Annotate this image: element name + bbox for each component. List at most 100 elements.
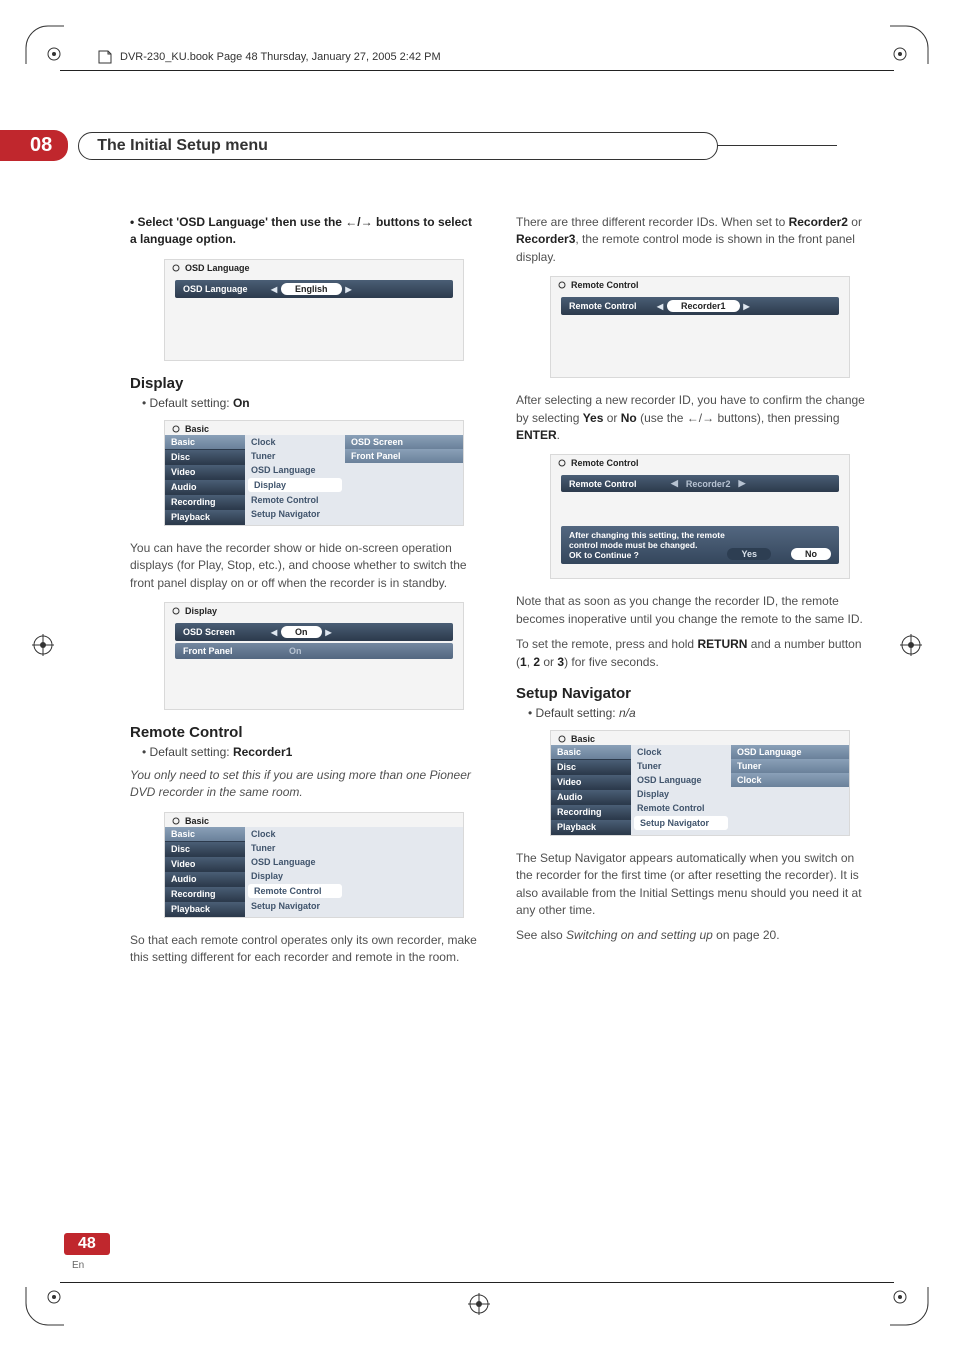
gear-icon (171, 263, 181, 273)
nav-item[interactable]: Playback (551, 820, 631, 835)
nav-item[interactable]: Playback (165, 902, 245, 917)
value-text: On (289, 646, 302, 656)
nav-item[interactable]: Disc (165, 842, 245, 857)
menu-item[interactable]: Remote Control (631, 801, 731, 815)
sub-item[interactable]: OSD Language (731, 745, 849, 759)
nav-item[interactable]: Audio (165, 480, 245, 495)
book-header: DVR-230_KU.book Page 48 Thursday, Januar… (96, 48, 441, 66)
left-column: • Select 'OSD Language' then use the ←/→… (130, 214, 480, 1191)
divider (60, 1282, 894, 1283)
value-pill[interactable]: ◀Recorder1▶ (667, 300, 740, 312)
crop-mark-icon (890, 1287, 936, 1333)
row-label: Front Panel (183, 646, 281, 656)
chapter-bar: 08 The Initial Setup menu (60, 130, 894, 161)
row-label: Remote Control (569, 479, 667, 489)
divider (60, 70, 894, 71)
menu-item[interactable]: Tuner (245, 449, 345, 463)
remote-note: You only need to set this if you are usi… (130, 767, 480, 802)
registration-icon (468, 1293, 490, 1315)
see-also: See also Switching on and setting up on … (516, 927, 866, 944)
menu-item[interactable]: Display (245, 869, 345, 883)
menu-item[interactable]: OSD Language (245, 463, 345, 477)
display-paragraph: You can have the recorder show or hide o… (130, 540, 480, 592)
confirm-bar: After changing this setting, the remote … (561, 526, 839, 564)
sub-item[interactable]: Clock (731, 773, 849, 787)
nav-item[interactable]: Basic (165, 827, 245, 842)
default-setting: Default setting: On (142, 396, 480, 410)
nav-item[interactable]: Video (165, 465, 245, 480)
chapter-title: The Initial Setup menu (78, 132, 718, 160)
nav-item[interactable]: Audio (551, 790, 631, 805)
value-text: Recorder2 (686, 479, 731, 489)
gear-icon (171, 424, 181, 434)
gear-icon (557, 280, 567, 290)
confirm-paragraph: After selecting a new recorder ID, you h… (516, 392, 866, 444)
book-header-text: DVR-230_KU.book Page 48 Thursday, Januar… (120, 51, 441, 63)
panel-osd-language: OSD Language OSD Language ◀English▶ (164, 259, 464, 361)
menu-item[interactable]: Clock (245, 827, 345, 841)
heading-display: Display (130, 375, 480, 392)
nav-item[interactable]: Recording (165, 495, 245, 510)
nav-item[interactable]: Disc (165, 450, 245, 465)
menu-item[interactable]: OSD Language (245, 855, 345, 869)
crop-mark-icon (18, 1287, 64, 1333)
menu-item[interactable]: Setup Navigator (634, 816, 728, 830)
page-number: 48 (64, 1233, 110, 1255)
nav-item[interactable]: Playback (165, 510, 245, 525)
sub-item[interactable]: Front Panel (345, 449, 463, 463)
no-button[interactable]: No (791, 548, 831, 560)
sub-item[interactable]: OSD Screen (345, 435, 463, 449)
menu-item[interactable]: Clock (245, 435, 345, 449)
sub-item[interactable]: Tuner (731, 759, 849, 773)
instruction-osd-language: • Select 'OSD Language' then use the ←/→… (130, 214, 480, 249)
row-label: Remote Control (569, 301, 667, 311)
panel-display: Display OSD Screen ◀On▶ Front Panel On (164, 602, 464, 710)
menu-item[interactable]: Remote Control (248, 884, 342, 898)
heading-remote-control: Remote Control (130, 724, 480, 741)
nav-item[interactable]: Recording (165, 887, 245, 902)
menu-item[interactable]: Display (248, 478, 342, 492)
panel-basic-display: Basic Basic Disc Video Audio Recording P… (164, 420, 464, 526)
panel-basic-setup-navigator: Basic Basic Disc Video Audio Recording P… (550, 730, 850, 836)
page-language: En (72, 1260, 84, 1271)
crop-mark-icon (18, 18, 64, 64)
nav-item[interactable]: Recording (551, 805, 631, 820)
menu-item[interactable]: Clock (631, 745, 731, 759)
gear-icon (557, 458, 567, 468)
nav-item[interactable]: Basic (165, 435, 245, 450)
recorder-id-paragraph: There are three different recorder IDs. … (516, 214, 866, 266)
registration-icon (900, 634, 922, 656)
nav-item[interactable]: Video (165, 857, 245, 872)
row-label: OSD Screen (183, 627, 281, 637)
registration-icon (32, 634, 54, 656)
nav-item[interactable]: Disc (551, 760, 631, 775)
menu-item[interactable]: OSD Language (631, 773, 731, 787)
menu-item[interactable]: Setup Navigator (245, 507, 345, 521)
setup-paragraph: The Setup Navigator appears automaticall… (516, 850, 866, 920)
yes-button[interactable]: Yes (727, 548, 771, 560)
nav-item[interactable]: Video (551, 775, 631, 790)
gear-icon (171, 816, 181, 826)
crop-mark-icon (890, 18, 936, 64)
value-pill[interactable]: ◀On▶ (281, 626, 322, 638)
menu-item[interactable]: Remote Control (245, 493, 345, 507)
default-setting: Default setting: n/a (528, 706, 866, 720)
set-remote-paragraph: To set the remote, press and hold RETURN… (516, 636, 866, 671)
chapter-number: 08 (0, 130, 68, 161)
heading-setup-navigator: Setup Navigator (516, 685, 866, 702)
menu-item[interactable]: Setup Navigator (245, 899, 345, 913)
panel-remote-control-2: Remote Control Remote Control ◀ Recorder… (550, 454, 850, 579)
gear-icon (171, 606, 181, 616)
book-icon (96, 48, 114, 66)
remote-paragraph: So that each remote control operates onl… (130, 932, 480, 967)
menu-item[interactable]: Tuner (631, 759, 731, 773)
nav-item[interactable]: Audio (165, 872, 245, 887)
gear-icon (557, 734, 567, 744)
menu-item[interactable]: Tuner (245, 841, 345, 855)
menu-item[interactable]: Display (631, 787, 731, 801)
value-pill[interactable]: ◀English▶ (281, 283, 342, 295)
nav-item[interactable]: Basic (551, 745, 631, 760)
row-label: OSD Language (183, 284, 281, 294)
right-column: There are three different recorder IDs. … (516, 214, 866, 1191)
default-setting: Default setting: Recorder1 (142, 745, 480, 759)
